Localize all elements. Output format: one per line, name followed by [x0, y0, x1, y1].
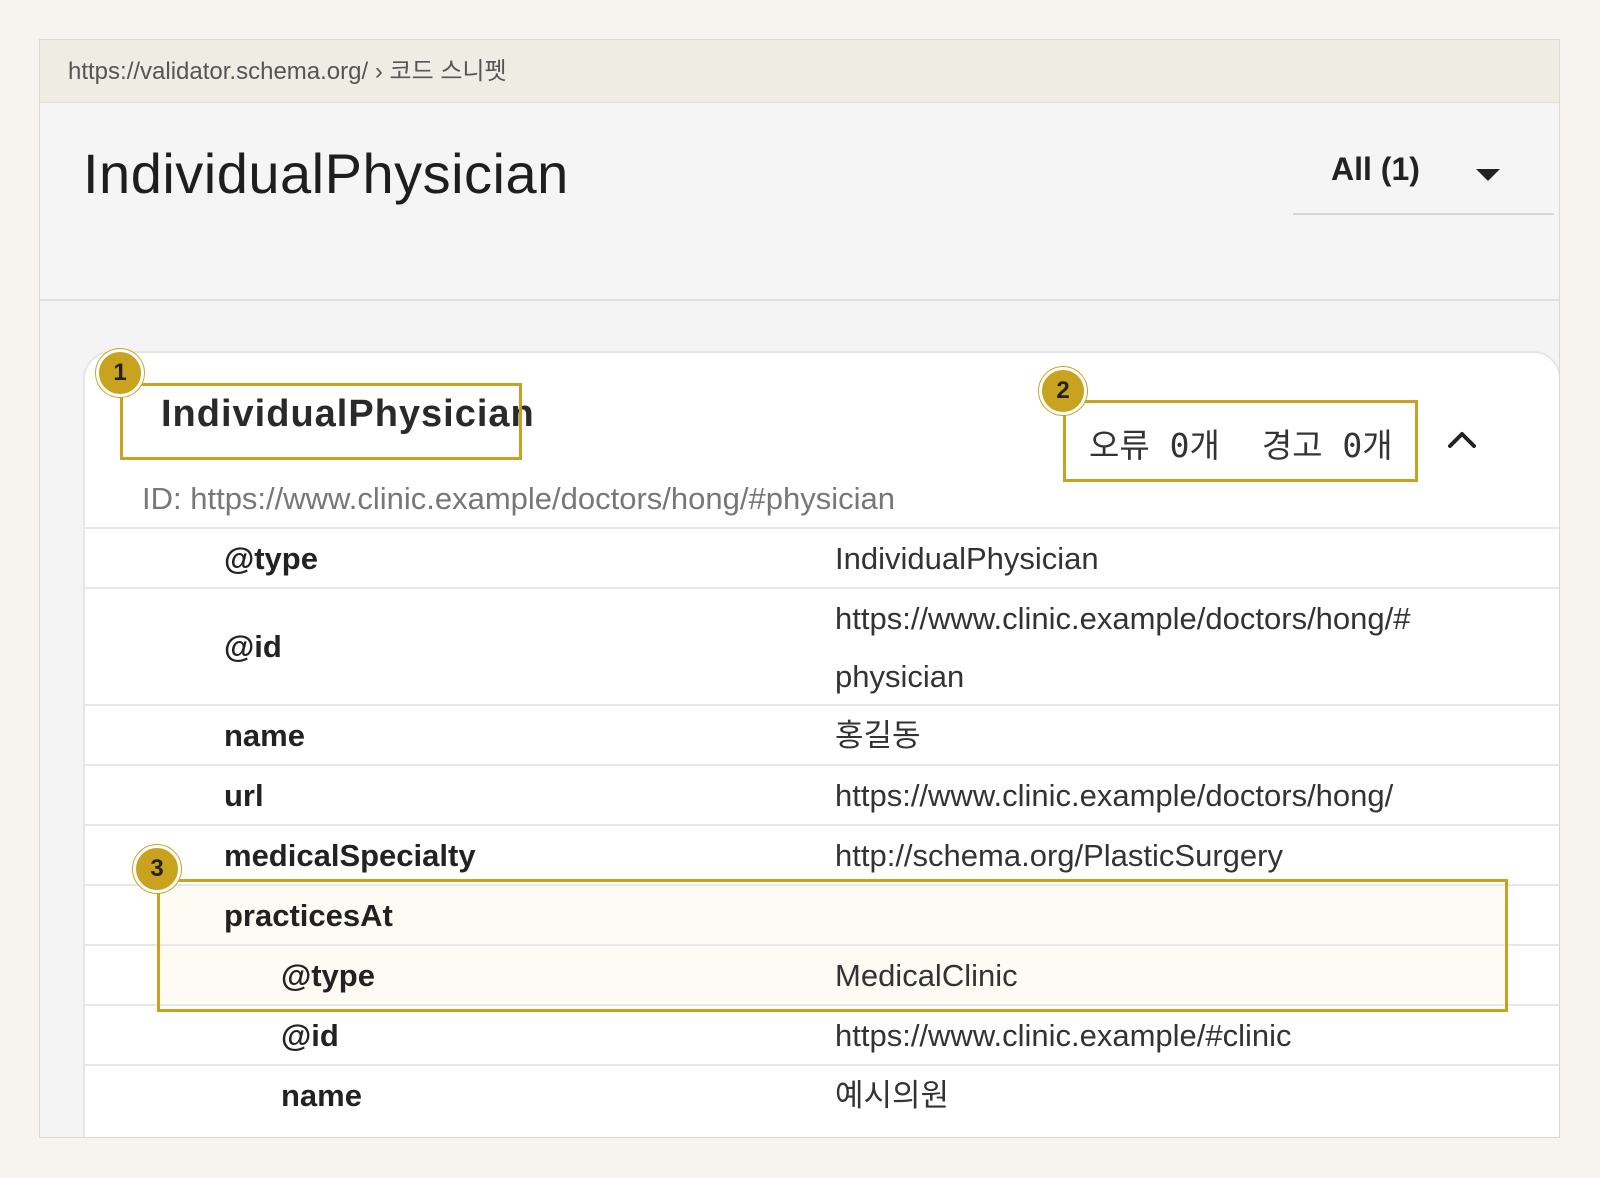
table-row: @id https://www.clinic.example/#clinic [85, 1004, 1559, 1065]
result-card: IndividualPhysician ID: https://www.clin… [83, 351, 1559, 1137]
table-row: @type IndividualPhysician [85, 527, 1559, 587]
warning-count: 경고 0개 [1261, 426, 1393, 465]
table-row: name 예시의원 [85, 1064, 1559, 1124]
filter-label: All (1) [1331, 151, 1420, 187]
annotation-badge-3: 3 [133, 845, 181, 893]
breadcrumb: https://validator.schema.org/ › 코드 스니펫 [40, 40, 1559, 103]
browser-frame: https://validator.schema.org/ › 코드 스니펫 I… [39, 39, 1560, 1138]
annotation-badge-1: 1 [96, 349, 144, 397]
table-row: medicalSpecialty http://schema.org/Plast… [85, 824, 1559, 885]
property-key: @type [224, 541, 318, 576]
property-key: name [224, 718, 305, 753]
property-value[interactable]: http://schema.org/PlasticSurgery [835, 827, 1485, 885]
property-key: @id [281, 1018, 339, 1053]
table-row: name 홍길동 [85, 704, 1559, 764]
table-row: practicesAt [85, 884, 1559, 944]
value-line-2: physician [835, 659, 965, 694]
property-key: name [281, 1078, 362, 1113]
annotation-badge-2: 2 [1039, 367, 1087, 415]
table-row: @type MedicalClinic [85, 944, 1559, 1004]
value-line-1: https://www.clinic.example/doctors/hong/… [835, 601, 1411, 636]
property-key: url [224, 778, 264, 813]
table-row: @id https://www.clinic.example/doctors/h… [85, 587, 1559, 706]
property-value: https://www.clinic.example/doctors/hong/… [835, 590, 1485, 706]
caret-down-icon [1476, 169, 1500, 181]
chevron-up-icon [1448, 432, 1476, 448]
property-key: @id [224, 629, 282, 664]
property-table: @type IndividualPhysician @id https://ww… [85, 527, 1559, 1124]
breadcrumb-url[interactable]: https://validator.schema.org/ [68, 58, 368, 85]
property-value: 홍길동 [835, 718, 921, 753]
property-key: practicesAt [224, 898, 393, 933]
card-type-title: IndividualPhysician [161, 393, 535, 435]
filter-dropdown[interactable]: All (1) [1293, 143, 1554, 215]
property-key: @type [281, 958, 375, 993]
page-title: IndividualPhysician [83, 142, 569, 205]
property-value[interactable]: https://www.clinic.example/doctors/hong/ [835, 767, 1485, 825]
table-row: url https://www.clinic.example/doctors/h… [85, 764, 1559, 825]
property-value: IndividualPhysician [835, 541, 1099, 576]
property-value[interactable]: https://www.clinic.example/#clinic [835, 1007, 1485, 1065]
property-value: 예시의원 [835, 1078, 950, 1113]
property-value: MedicalClinic [835, 958, 1018, 993]
collapse-button[interactable] [1442, 419, 1482, 459]
error-count: 오류 0개 [1089, 426, 1220, 465]
breadcrumb-separator: › [374, 58, 383, 85]
property-key: medicalSpecialty [224, 838, 476, 873]
breadcrumb-section[interactable]: 코드 스니펫 [390, 58, 507, 85]
card-id: ID: https://www.clinic.example/doctors/h… [142, 481, 895, 516]
issue-counts: 오류 0개 경고 0개 [1089, 419, 1393, 467]
page-header: IndividualPhysician All (1) [40, 103, 1559, 301]
